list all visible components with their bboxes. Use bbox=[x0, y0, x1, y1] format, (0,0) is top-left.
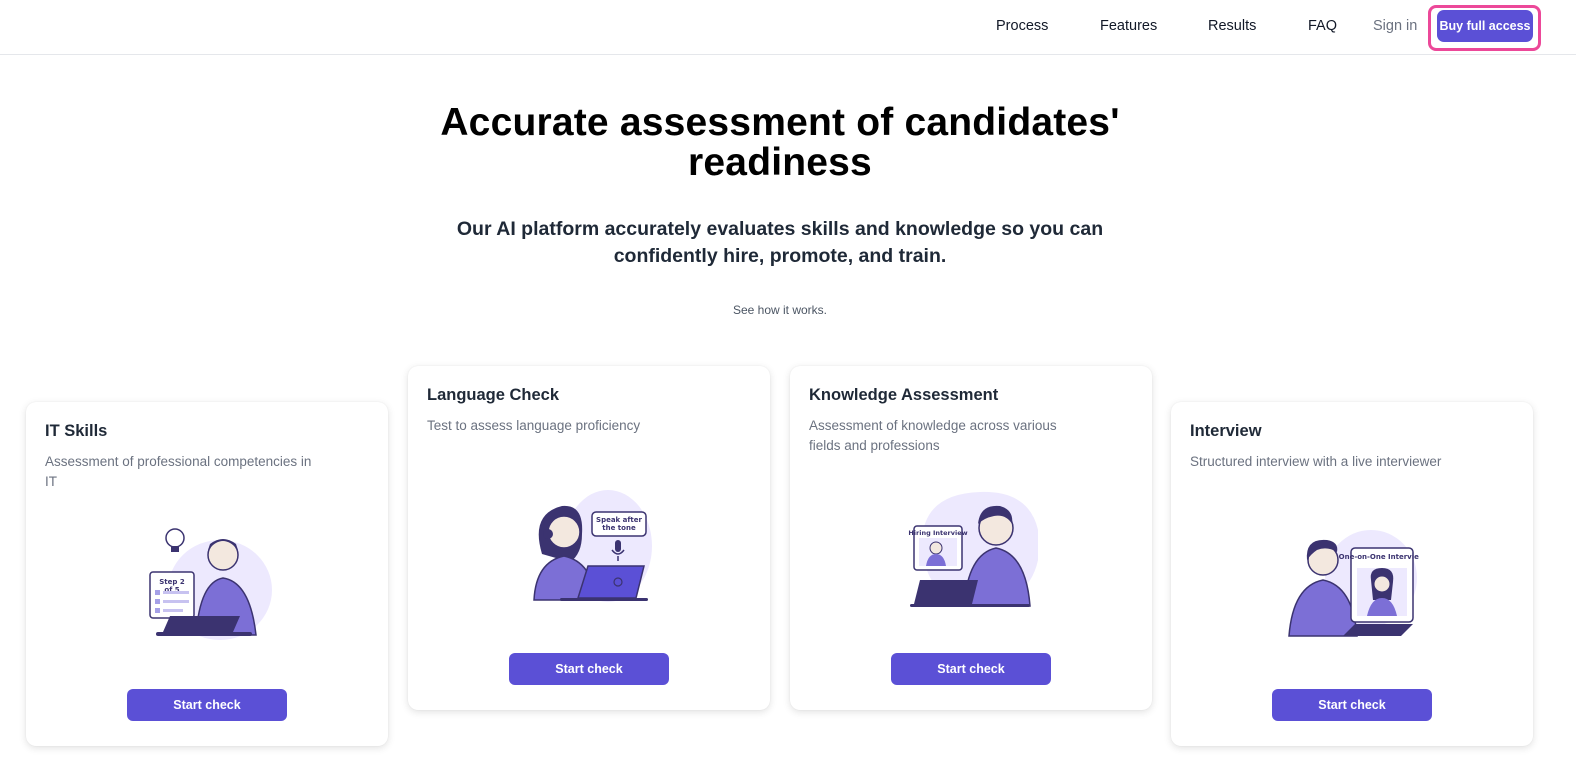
top-navigation: Process Features Results FAQ Sign in Buy… bbox=[0, 0, 1576, 55]
start-check-button[interactable]: Start check bbox=[1272, 689, 1432, 721]
sign-in-link[interactable]: Sign in bbox=[1373, 18, 1417, 34]
card-title: Knowledge Assessment bbox=[809, 386, 999, 404]
card-title: Interview bbox=[1190, 422, 1262, 440]
speaking-illustration-icon: Speak after the tone bbox=[533, 490, 652, 602]
nav-process[interactable]: Process bbox=[996, 18, 1048, 34]
hero-title: Accurate assessment of candidates' readi… bbox=[440, 101, 1120, 184]
interview-call-illustration-icon: Hiring Interview bbox=[908, 491, 1038, 607]
nav-faq[interactable]: FAQ bbox=[1308, 18, 1337, 34]
card-title: Language Check bbox=[427, 386, 560, 404]
card-description: Test to assess language proficiency bbox=[427, 418, 641, 433]
illustration-interview-text: One-on-One Interview bbox=[1339, 553, 1419, 561]
developer-illustration-icon: Step 2 of 5 bbox=[149, 528, 272, 640]
start-check-button[interactable]: Start check bbox=[509, 653, 669, 685]
see-how-it-works-link[interactable]: See how it works. bbox=[680, 303, 880, 317]
card-language-check: Language Check Test to assess language p… bbox=[408, 366, 770, 710]
illustration-call-text: Hiring Interview bbox=[908, 529, 967, 537]
card-title: IT Skills bbox=[45, 422, 108, 440]
card-interview: Interview Structured interview with a li… bbox=[1171, 402, 1533, 746]
start-check-button[interactable]: Start check bbox=[127, 689, 287, 721]
hero-subtitle: Our AI platform accurately evaluates ski… bbox=[456, 218, 1104, 267]
card-knowledge-assessment: Knowledge Assessment Assessment of knowl… bbox=[790, 366, 1152, 710]
card-description: Assessment of knowledge across various f… bbox=[809, 418, 1057, 453]
start-check-button[interactable]: Start check bbox=[891, 653, 1051, 685]
card-description: Structured interview with a live intervi… bbox=[1190, 454, 1442, 469]
nav-results[interactable]: Results bbox=[1208, 18, 1256, 34]
nav-features[interactable]: Features bbox=[1100, 18, 1157, 34]
one-on-one-illustration-icon: One-on-One Interview bbox=[1288, 530, 1419, 637]
illustration-speech-text: Speak after the tone bbox=[596, 516, 642, 532]
card-description: Assessment of professional competencies … bbox=[45, 454, 312, 489]
buy-full-access-button[interactable]: Buy full access bbox=[1437, 10, 1533, 42]
card-it-skills: IT Skills Assessment of professional com… bbox=[26, 402, 388, 746]
